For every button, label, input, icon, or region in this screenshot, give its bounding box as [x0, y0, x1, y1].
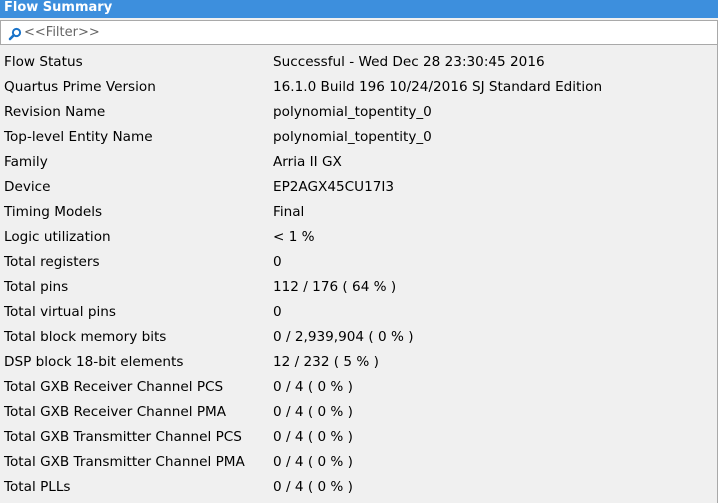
table-row[interactable]: Total GXB Receiver Channel PCS 0 / 4 ( 0 … [0, 375, 718, 400]
row-label: Total pins [4, 279, 69, 295]
table-row[interactable]: Total GXB Transmitter Channel PMA 0 / 4 (… [0, 450, 718, 475]
table-row[interactable]: Total GXB Receiver Channel PMA 0 / 4 ( 0 … [0, 400, 718, 425]
table-row[interactable]: Top-level Entity Name polynomial_topentit… [0, 125, 718, 150]
row-label: Quartus Prime Version [4, 79, 156, 95]
row-label: Family [4, 154, 48, 170]
table-row[interactable]: Quartus Prime Version 16.1.0 Build 196 10… [0, 75, 718, 100]
table-row[interactable]: Revision Name polynomial_topentity_0 [0, 100, 718, 125]
row-label: Top-level Entity Name [4, 129, 153, 145]
table-row[interactable]: Total block memory bits 0 / 2,939,904 ( 0… [0, 325, 718, 350]
row-value: 0 / 4 ( 0 % ) [273, 454, 353, 470]
row-value: 0 / 2,939,904 ( 0 % ) [273, 329, 414, 345]
filter-bar [0, 20, 718, 45]
row-value: polynomial_topentity_0 [273, 104, 432, 120]
row-value: < 1 % [273, 229, 315, 245]
row-label: Revision Name [4, 104, 106, 120]
row-label: Device [4, 179, 51, 195]
table-row[interactable]: Total virtual pins 0 [0, 300, 718, 325]
row-label: Total GXB Receiver Channel PMA [4, 404, 227, 420]
row-label: Total registers [4, 254, 100, 270]
row-label: Total PLLs [4, 479, 71, 495]
row-value: Successful - Wed Dec 28 23:30:45 2016 [273, 54, 545, 70]
filter-input[interactable] [24, 24, 704, 41]
flow-summary-table: Flow Status Successful - Wed Dec 28 23:30… [0, 50, 718, 500]
row-label: Total GXB Transmitter Channel PCS [4, 429, 242, 445]
row-value: 0 [273, 254, 282, 270]
row-label: Total block memory bits [4, 329, 167, 345]
table-row[interactable]: Timing Models Final [0, 200, 718, 225]
row-value: 0 / 4 ( 0 % ) [273, 379, 353, 395]
row-value: 16.1.0 Build 196 10/24/2016 SJ Standard … [273, 79, 603, 95]
row-value: Arria II GX [273, 154, 342, 170]
table-row[interactable]: Family Arria II GX [0, 150, 718, 175]
table-row[interactable]: Total pins 112 / 176 ( 64 % ) [0, 275, 718, 300]
row-label: DSP block 18-bit elements [4, 354, 184, 370]
row-label: Logic utilization [4, 229, 111, 245]
panel-title: Flow Summary [0, 0, 718, 18]
flow-summary-panel: Flow Summary Flow Status Successful - Wed… [0, 0, 718, 503]
table-row[interactable]: Logic utilization < 1 % [0, 225, 718, 250]
row-value: 0 / 4 ( 0 % ) [273, 429, 353, 445]
row-value: 12 / 232 ( 5 % ) [273, 354, 379, 370]
table-row[interactable]: Flow Status Successful - Wed Dec 28 23:30… [0, 50, 718, 75]
table-row[interactable]: Total GXB Transmitter Channel PCS 0 / 4 (… [0, 425, 718, 450]
row-value: Final [273, 204, 305, 220]
row-label: Flow Status [4, 54, 83, 70]
table-row[interactable]: Device EP2AGX45CU17I3 [0, 175, 718, 200]
table-row[interactable]: DSP block 18-bit elements 12 / 232 ( 5 % … [0, 350, 718, 375]
row-value: 0 / 4 ( 0 % ) [273, 479, 353, 495]
row-value: polynomial_topentity_0 [273, 129, 432, 145]
row-value: EP2AGX45CU17I3 [273, 179, 395, 195]
row-value: 0 [273, 304, 282, 320]
row-value: 0 / 4 ( 0 % ) [273, 404, 353, 420]
row-label: Total GXB Receiver Channel PCS [4, 379, 224, 395]
search-icon[interactable] [8, 26, 22, 41]
row-label: Total virtual pins [4, 304, 116, 320]
table-row[interactable]: Total registers 0 [0, 250, 718, 275]
row-value: 112 / 176 ( 64 % ) [273, 279, 397, 295]
row-label: Total GXB Transmitter Channel PMA [4, 454, 245, 470]
table-row[interactable]: Total PLLs 0 / 4 ( 0 % ) [0, 475, 718, 500]
row-label: Timing Models [4, 204, 103, 220]
